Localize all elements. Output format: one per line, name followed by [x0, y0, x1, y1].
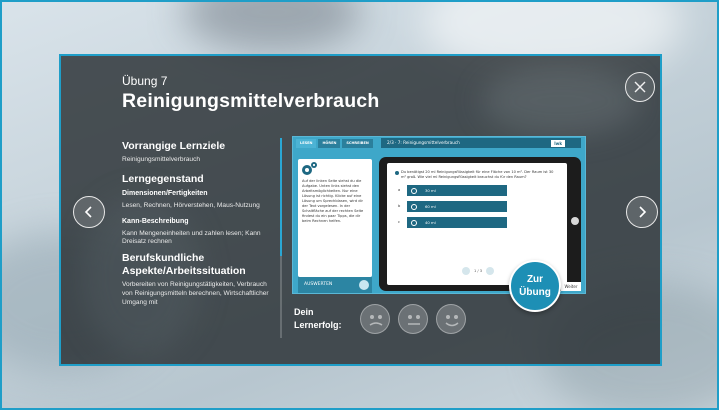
preview-next-label: Weiter [561, 282, 581, 291]
next-exercise-button[interactable] [626, 196, 658, 228]
learning-success-label: Dein Lernerfolg: [294, 306, 342, 332]
start-exercise-label-line2: Übung [519, 287, 551, 298]
goals-text: Reinigungsmittelverbrauch [122, 156, 201, 163]
can-description-heading: Kann-Beschreibung [122, 217, 189, 225]
close-icon [634, 81, 646, 93]
gears-icon [302, 162, 317, 175]
preview-info-card: Auf der linken Seite siehst du die Aufga… [298, 159, 372, 277]
answer-letter: a [398, 188, 401, 192]
goals-heading: Vorrangige Lernziele [122, 140, 226, 152]
preview-answer: a 30 ml [398, 185, 507, 196]
preview-question-text: Du benötigst 20 ml Reinigungsflüssigkeit… [401, 170, 554, 179]
arrow-right-icon [359, 280, 369, 290]
start-exercise-label-line1: Zur [526, 274, 544, 285]
pager-next-icon [486, 267, 495, 275]
context-heading: Berufskundliche Aspekte/Arbeitssituation [122, 252, 246, 278]
preview-tab: SCHREIBEN [342, 139, 373, 148]
answer-letter: c [398, 220, 400, 224]
preview-tab: LESEN [296, 139, 317, 148]
previous-exercise-button[interactable] [73, 196, 105, 228]
scrollbar-thumb[interactable] [280, 138, 282, 256]
background-blur [182, 2, 362, 52]
dimensions-heading: Dimensionen/Fertigkeiten [122, 189, 208, 197]
success-face-icon [398, 304, 428, 334]
success-face-icon [436, 304, 466, 334]
preview-brand-logo: lwk [551, 139, 565, 147]
level-heading: Lerngegenstand [122, 172, 204, 185]
preview-answer: b 60 ml [398, 201, 507, 212]
preview-evaluate-button: AUSWERTEN [298, 277, 372, 293]
preview-tab: HÖREN [318, 139, 341, 148]
radio-icon [411, 219, 417, 226]
answer-text: 60 ml [425, 204, 436, 209]
preview-title-bar: 2/3 · 7: Reinigungsmittelverbrauch lwk [381, 138, 581, 148]
dimensions-text: Lesen, Rechnen, Hörverstehen, Maus-Nutzu… [122, 201, 260, 209]
preview-bar-title: 2/3 · 7: Reinigungsmittelverbrauch [387, 140, 460, 145]
preview-info-text: Auf der linken Seite siehst du die Aufga… [302, 179, 364, 223]
preview-answer: c 40 ml [398, 217, 507, 228]
chevron-right-icon [639, 206, 647, 218]
background-frame: Übung 7 Reinigungsmittelverbrauch Vorran… [2, 2, 717, 408]
learning-success-line2: Lernerfolg: [294, 320, 342, 330]
start-exercise-button[interactable]: Zur Übung [509, 260, 561, 312]
preview-evaluate-label: AUSWERTEN [304, 282, 333, 287]
exercise-number: Übung 7 [122, 74, 168, 88]
can-description-text: Kann Mengeneinheiten und zahlen lesen; K… [122, 229, 261, 246]
exercise-title: Reinigungsmittelverbrauch [122, 90, 380, 112]
preview-tabs: LESEN HÖREN SCHREIBEN [296, 139, 373, 148]
answer-text: 30 ml [425, 188, 436, 193]
tablet-home-button [571, 217, 579, 225]
context-text: Vorbereiten von Reinigungstätigkeiten, V… [122, 281, 269, 306]
answer-text: 40 ml [425, 220, 436, 225]
learning-info: Vorrangige Lernziele Reinigungsmittelver… [122, 140, 277, 308]
preview-question: Du benötigst 20 ml Reinigungsflüssigkeit… [395, 170, 559, 180]
pager-text: 1 / 3 [474, 269, 483, 273]
learning-success-line1: Dein [294, 307, 314, 317]
speaker-icon [395, 170, 399, 175]
exercise-panel: Übung 7 Reinigungsmittelverbrauch Vorran… [59, 54, 662, 366]
radio-icon [411, 187, 417, 194]
answer-letter: b [398, 204, 401, 208]
preview-pager: 1 / 3 [462, 267, 495, 275]
pager-prev-icon [462, 267, 470, 275]
radio-icon [411, 203, 417, 210]
info-scrollbar[interactable] [280, 138, 282, 338]
success-face-icon [360, 304, 390, 334]
close-button[interactable] [625, 72, 655, 102]
chevron-left-icon [84, 206, 92, 218]
